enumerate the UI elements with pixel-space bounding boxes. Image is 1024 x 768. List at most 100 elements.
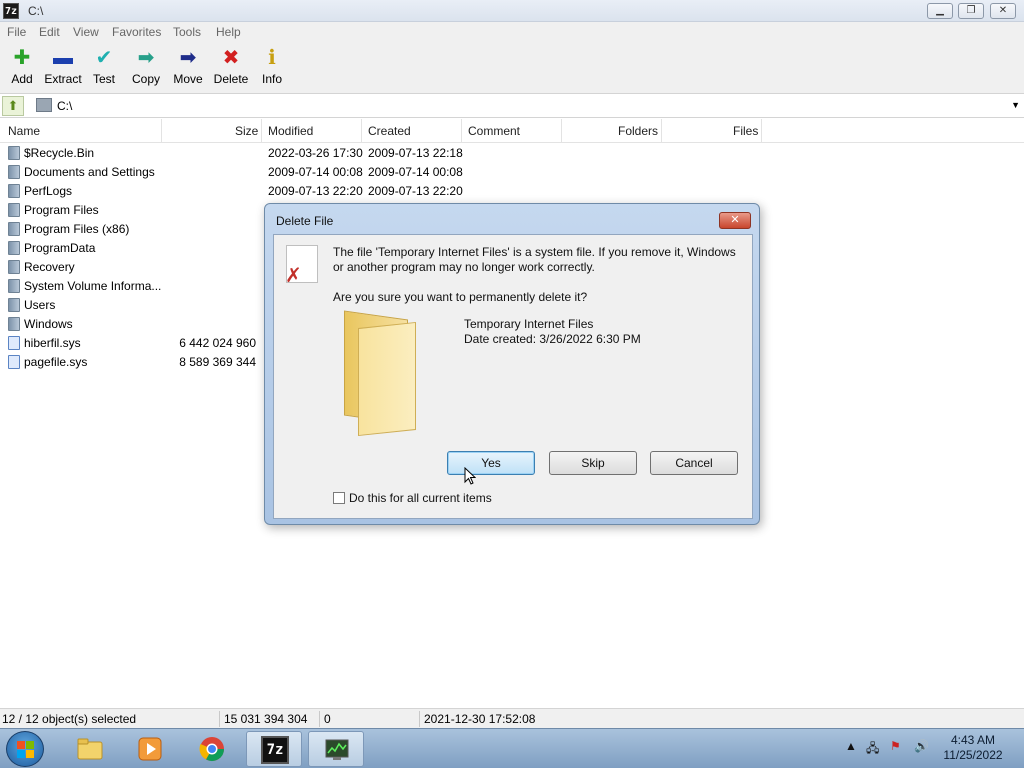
file-name: pagefile.sys	[24, 355, 88, 369]
skip-button[interactable]: Skip	[549, 451, 637, 475]
folder-icon	[8, 184, 20, 198]
file-modified: 2009-07-14 00:08	[268, 165, 363, 179]
menu-tools[interactable]: Tools	[173, 25, 201, 39]
file-modified: 2022-03-26 17:30	[268, 146, 363, 160]
test-label: Test	[92, 72, 115, 86]
folder-icon	[77, 738, 103, 760]
menu-favorites[interactable]: Favorites	[112, 25, 161, 39]
col-size[interactable]: Size	[235, 124, 258, 138]
check-icon: ✔	[95, 47, 113, 69]
col-folders[interactable]: Folders	[618, 124, 658, 138]
network-icon[interactable]: 🖧	[866, 739, 879, 760]
col-comment[interactable]: Comment	[468, 124, 520, 138]
file-name: Program Files (x86)	[24, 222, 130, 236]
window-title: C:\	[28, 4, 44, 18]
close-button[interactable]: ✕	[990, 3, 1016, 19]
file-size: 8 589 369 344	[179, 355, 256, 369]
col-modified[interactable]: Modified	[268, 124, 313, 138]
minimize-button[interactable]: ▁	[927, 3, 953, 19]
folder-icon	[8, 203, 20, 217]
clock-time: 4:43 AM	[950, 733, 996, 747]
action-center-flag-icon[interactable]: ⚑	[890, 739, 901, 753]
move-button[interactable]: ➡ Move	[166, 46, 210, 90]
list-item[interactable]: $Recycle.Bin 2022-03-26 17:30 2009-07-13…	[0, 144, 1024, 163]
taskbar-task-manager[interactable]	[308, 731, 364, 767]
taskbar-7zip[interactable]: 7z	[246, 731, 302, 767]
file-name: ProgramData	[24, 241, 96, 255]
file-name: hiberfil.sys	[24, 336, 81, 350]
target-file-name: Temporary Internet Files	[464, 317, 594, 331]
maximize-button[interactable]: ❐	[958, 3, 984, 19]
taskbar-media-player[interactable]	[122, 731, 178, 767]
move-arrow-icon: ➡	[179, 47, 197, 69]
list-item[interactable]: Documents and Settings 2009-07-14 00:08 …	[0, 163, 1024, 182]
menu-file[interactable]: File	[7, 25, 26, 39]
apply-all-checkbox[interactable]	[333, 492, 345, 504]
system-file-icon	[8, 355, 20, 369]
folder-icon	[8, 279, 20, 293]
7zip-app-icon[interactable]: 7z	[3, 3, 19, 19]
add-label: Add	[11, 72, 33, 86]
status-count: 0	[324, 712, 331, 726]
menu-view[interactable]: View	[73, 25, 99, 39]
folder-icon	[8, 317, 20, 331]
taskbar-chrome[interactable]	[184, 731, 240, 767]
test-button[interactable]: ✔ Test	[82, 46, 126, 90]
info-button[interactable]: ℹ Info	[250, 46, 294, 90]
start-button[interactable]	[6, 731, 44, 767]
status-date: 2021-12-30 17:52:08	[424, 712, 536, 726]
file-name: PerfLogs	[24, 184, 73, 198]
dialog-message: The file 'Temporary Internet Files' is a…	[333, 245, 736, 274]
status-total-size: 15 031 394 304	[224, 712, 308, 726]
delete-file-dialog: Delete File ✕ ✗ The file 'Temporary Inte…	[264, 203, 760, 525]
taskbar-explorer[interactable]	[62, 731, 118, 767]
delete-button[interactable]: ✖ Delete	[209, 46, 253, 90]
media-player-icon	[138, 737, 162, 761]
folder-icon	[8, 165, 20, 179]
col-files[interactable]: Files	[733, 124, 758, 138]
file-name: Recovery	[24, 260, 75, 274]
extract-label: Extract	[44, 72, 82, 86]
copy-label: Copy	[131, 72, 160, 86]
file-created: 2009-07-13 22:18	[368, 146, 463, 160]
chevron-down-icon[interactable]: ▼	[1011, 100, 1020, 110]
copy-arrow-icon: ➡	[137, 47, 155, 69]
cancel-button[interactable]: Cancel	[650, 451, 738, 475]
info-icon: ℹ	[268, 47, 276, 69]
menu-edit[interactable]: Edit	[39, 25, 60, 39]
yes-button[interactable]: Yes	[447, 451, 535, 475]
menu-bar: File Edit View Favorites Tools Help	[0, 22, 1024, 42]
folder-icon	[8, 260, 20, 274]
task-manager-icon	[325, 739, 349, 760]
volume-icon[interactable]: 🔊	[914, 739, 929, 753]
file-name: Users	[24, 298, 56, 312]
folder-icon	[340, 310, 450, 437]
file-name: System Volume Informa...	[24, 279, 162, 293]
extract-button[interactable]: ▬ Extract	[41, 46, 85, 90]
address-input[interactable]: C:\	[57, 99, 72, 113]
7zip-icon: 7z	[261, 736, 289, 764]
clock[interactable]: 4:43 AM 11/25/2022	[940, 733, 1006, 763]
dialog-close-button[interactable]: ✕	[719, 212, 751, 229]
taskbar: 7z ▲ 🖧 ⚑ 🔊 4:43 AM 11/25/2022	[0, 728, 1024, 768]
show-hidden-icons[interactable]: ▲	[845, 739, 857, 753]
col-name[interactable]: Name	[8, 124, 40, 138]
move-label: Move	[173, 72, 203, 86]
system-file-icon	[8, 336, 20, 350]
delete-x-icon: ✖	[222, 47, 240, 69]
drive-icon	[36, 98, 52, 112]
dialog-question: Are you sure you want to permanently del…	[333, 290, 588, 304]
plus-icon: ✚	[13, 47, 31, 69]
system-file-warning-icon: ✗	[285, 245, 318, 286]
up-folder-button[interactable]: ⬆	[2, 96, 24, 116]
delete-label: Delete	[213, 72, 249, 86]
copy-button[interactable]: ➡ Copy	[124, 46, 168, 90]
info-label: Info	[261, 72, 282, 86]
folder-icon	[8, 146, 20, 160]
list-item[interactable]: PerfLogs 2009-07-13 22:20 2009-07-13 22:…	[0, 182, 1024, 201]
menu-help[interactable]: Help	[216, 25, 241, 39]
apply-all-label[interactable]: Do this for all current items	[349, 491, 492, 505]
col-created[interactable]: Created	[368, 124, 411, 138]
add-button[interactable]: ✚ Add	[0, 46, 44, 90]
clock-date: 11/25/2022	[943, 748, 1003, 762]
